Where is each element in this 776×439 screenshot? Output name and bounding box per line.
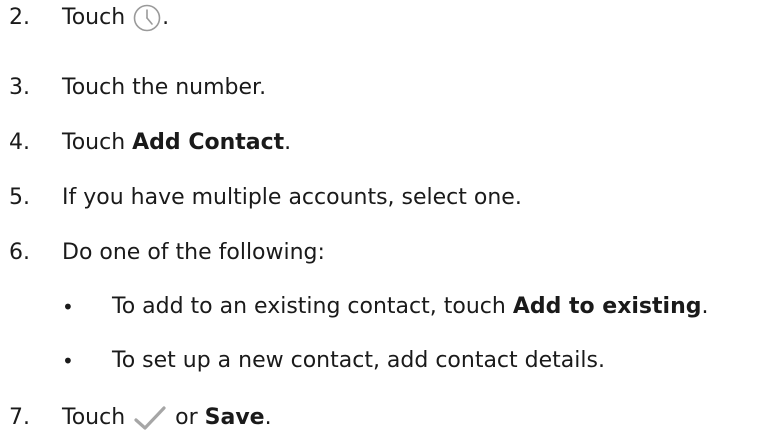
step-text-mid: or xyxy=(168,405,205,430)
ui-label-add-to-existing: Add to existing xyxy=(512,294,702,319)
step-text: Touch the number. xyxy=(62,75,267,100)
bullet-symbol: • xyxy=(62,295,74,319)
checkmark-icon xyxy=(132,405,168,431)
clock-icon xyxy=(132,3,162,33)
step-text-pre: Touch xyxy=(62,5,133,30)
bullet-text-pre: To add to an existing contact, touch xyxy=(112,294,513,319)
step-text-post: . xyxy=(264,405,272,430)
step-text: If you have multiple accounts, select on… xyxy=(62,185,522,210)
step-text: Touch or Save. xyxy=(62,402,272,434)
step-text: Do one of the following: xyxy=(62,240,325,265)
step-number: 5. xyxy=(9,185,30,210)
ui-label-save: Save xyxy=(204,405,265,430)
step-number: 6. xyxy=(9,240,30,265)
ui-label-add-contact: Add Contact xyxy=(132,130,285,155)
step-text: Touch . xyxy=(62,2,169,34)
bullet-text: To set up a new contact, add contact det… xyxy=(112,348,605,373)
step-text-post: . xyxy=(162,5,170,30)
bullet-text-post: . xyxy=(701,294,709,319)
step-number: 2. xyxy=(9,5,30,30)
step-text-pre: Touch xyxy=(62,405,133,430)
step-text-pre: Touch xyxy=(62,130,133,155)
step-text: Touch Add Contact. xyxy=(62,127,291,159)
step-text-post: . xyxy=(284,130,292,155)
step-number: 7. xyxy=(9,405,30,430)
bullet-symbol: • xyxy=(62,349,74,373)
step-number: 3. xyxy=(9,75,30,100)
bullet-text: To add to an existing contact, touch Add… xyxy=(112,291,709,323)
step-number: 4. xyxy=(9,130,30,155)
